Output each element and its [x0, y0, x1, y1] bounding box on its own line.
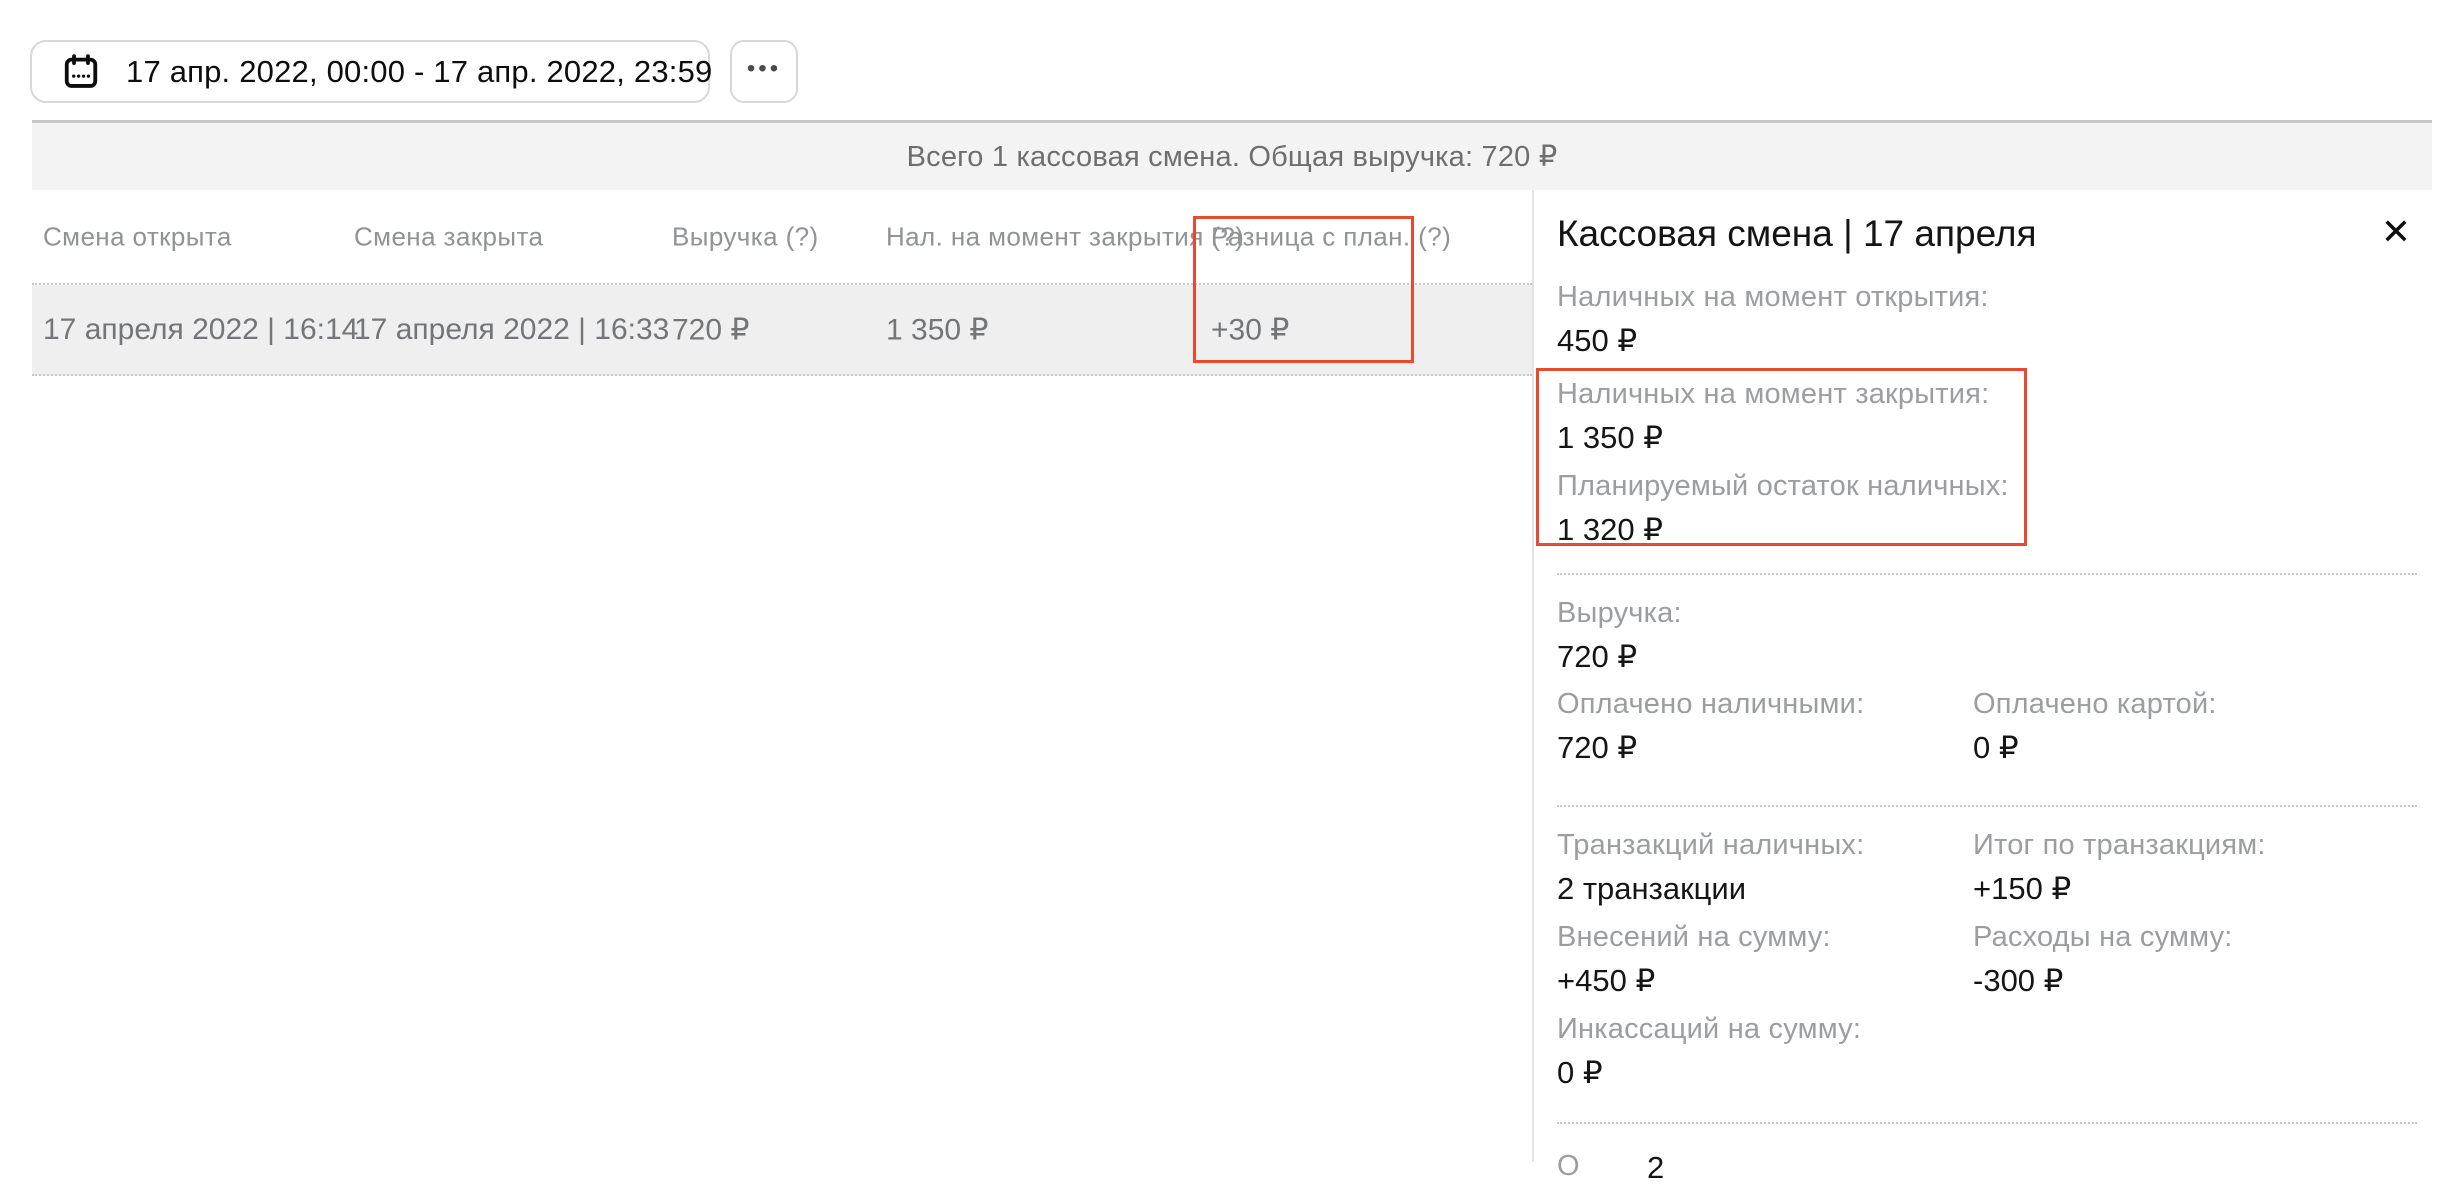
shifts-table: Смена открыта Смена закрыта Выручка (?) …	[32, 190, 1532, 376]
field-label: Выручка:	[1557, 597, 1682, 630]
field-deposits-total: Внесений на сумму: +450 ₽	[1557, 921, 1831, 999]
field-value: 450 ₽	[1557, 323, 1989, 359]
field-label: Наличных на момент открытия:	[1557, 281, 1989, 314]
field-collections-total: Инкассаций на сумму: 0 ₽	[1557, 1013, 1861, 1091]
field-label: Инкассаций на сумму:	[1557, 1013, 1861, 1046]
field-value: 720 ₽	[1557, 639, 1682, 675]
shift-detail-panel: Кассовая смена | 17 апреля ✕ Наличных на…	[1534, 190, 2446, 1162]
partial-row-label-fragment: О	[1557, 1152, 1580, 1181]
field-planned-cash-balance: Планируемый остаток наличных: 1 320 ₽	[1557, 470, 2009, 548]
close-icon: ✕	[2381, 214, 2411, 250]
calendar-icon	[62, 53, 100, 91]
field-cash-at-close: Наличных на момент закрытия: 1 350 ₽	[1557, 378, 1989, 456]
field-value: 1 350 ₽	[1557, 420, 1989, 456]
date-range-label: 17 апр. 2022, 00:00 - 17 апр. 2022, 23:5…	[126, 54, 712, 90]
partial-row-value-fragment: 2	[1647, 1152, 1664, 1183]
field-value: 0 ₽	[1973, 730, 2217, 766]
ellipsis-icon: •••	[747, 57, 781, 87]
panel-title: Кассовая смена | 17 апреля	[1557, 213, 2037, 255]
field-transactions-total: Итог по транзакциям: +150 ₽	[1973, 829, 2266, 907]
section-divider	[1557, 1122, 2417, 1124]
table-row[interactable]: 17 апреля 2022 | 16:14 17 апреля 2022 | …	[32, 285, 1532, 376]
field-value: 720 ₽	[1557, 730, 1864, 766]
field-revenue: Выручка: 720 ₽	[1557, 597, 1682, 675]
field-label: Наличных на момент закрытия:	[1557, 378, 1989, 411]
shifts-summary-bar: Всего 1 кассовая смена. Общая выручка: 7…	[32, 120, 2432, 190]
field-value: +150 ₽	[1973, 871, 2266, 907]
section-divider	[1557, 805, 2417, 807]
field-value: 1 320 ₽	[1557, 512, 2009, 548]
field-expenses-total: Расходы на сумму: -300 ₽	[1973, 921, 2233, 999]
cell-cash-at-close: 1 350 ₽	[886, 312, 989, 347]
field-value: 0 ₽	[1557, 1055, 1861, 1091]
close-button[interactable]: ✕	[2372, 208, 2420, 256]
field-label: Расходы на сумму:	[1973, 921, 2233, 954]
field-cash-at-open: Наличных на момент открытия: 450 ₽	[1557, 281, 1989, 359]
field-label: Оплачено картой:	[1973, 688, 2217, 721]
summary-text: Всего 1 кассовая смена. Общая выручка: 7…	[907, 139, 1558, 174]
column-header-revenue: Выручка (?)	[672, 221, 819, 252]
column-header-shift-opened: Смена открыта	[43, 221, 232, 252]
table-header-row: Смена открыта Смена закрыта Выручка (?) …	[32, 190, 1532, 285]
field-paid-cash: Оплачено наличными: 720 ₽	[1557, 688, 1864, 766]
field-value: 2 транзакции	[1557, 871, 1864, 907]
cell-shift-closed: 17 апреля 2022 | 16:33	[354, 313, 669, 347]
field-label: Итог по транзакциям:	[1973, 829, 2266, 862]
field-label: Транзакций наличных:	[1557, 829, 1864, 862]
field-label: Внесений на сумму:	[1557, 921, 1831, 954]
cell-shift-opened: 17 апреля 2022 | 16:14	[43, 313, 358, 347]
column-header-cash-at-close: Нал. на момент закрытия (?)	[886, 221, 1244, 252]
field-value: +450 ₽	[1557, 963, 1831, 999]
more-options-button[interactable]: •••	[730, 40, 798, 103]
field-paid-card: Оплачено картой: 0 ₽	[1973, 688, 2217, 766]
field-label: Планируемый остаток наличных:	[1557, 470, 2009, 503]
cell-plan-difference: +30 ₽	[1211, 312, 1289, 347]
column-header-plan-difference: Разница с план. (?)	[1211, 221, 1451, 252]
field-label: Оплачено наличными:	[1557, 688, 1864, 721]
section-divider	[1557, 573, 2417, 575]
field-cash-transactions: Транзакций наличных: 2 транзакции	[1557, 829, 1864, 907]
column-header-shift-closed: Смена закрыта	[354, 221, 543, 252]
field-value: -300 ₽	[1973, 963, 2233, 999]
date-range-button[interactable]: 17 апр. 2022, 00:00 - 17 апр. 2022, 23:5…	[30, 40, 710, 103]
cell-revenue: 720 ₽	[672, 312, 749, 347]
